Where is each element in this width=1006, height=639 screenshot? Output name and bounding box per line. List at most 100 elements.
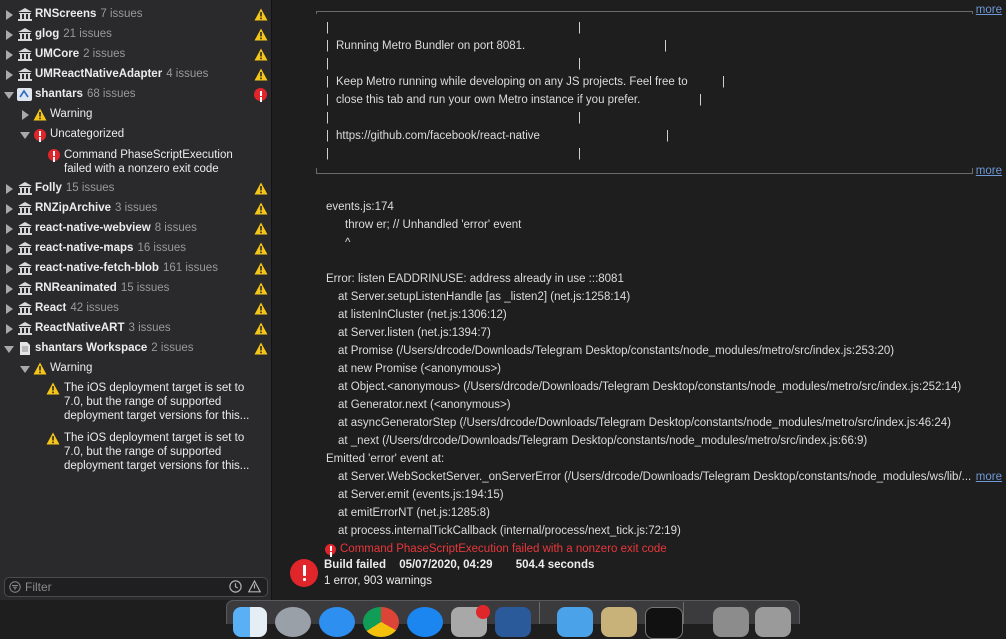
build-log: more more | | | Running Metro Bundler on… xyxy=(272,0,1006,600)
log-line: at Server.emit (events.js:194:15) xyxy=(338,489,504,501)
disclosure-triangle-icon[interactable] xyxy=(6,324,13,334)
downloads-icon[interactable] xyxy=(713,607,749,637)
disclosure-triangle-icon[interactable] xyxy=(6,70,13,80)
terminal-icon[interactable] xyxy=(645,607,683,639)
navigator-row-umreactnativeadapter[interactable]: UMReactNativeAdapter 4 issues xyxy=(0,65,271,85)
library-icon xyxy=(18,182,32,195)
navigator-row-rnscreens[interactable]: RNScreens 7 issues xyxy=(0,5,271,25)
box-edge: | xyxy=(326,130,329,142)
group-label: Warning xyxy=(50,362,93,374)
metro-link-text: https://github.com/facebook/react-native xyxy=(336,130,540,142)
warning-icon xyxy=(254,262,268,275)
box-edge: | xyxy=(664,40,667,52)
disclosure-triangle-icon[interactable] xyxy=(6,264,13,274)
disclosure-triangle-icon[interactable] xyxy=(20,132,30,139)
error-icon xyxy=(325,544,336,555)
navigator-row-shantars-workspace[interactable]: shantars Workspace 2 issues xyxy=(0,339,271,359)
issue-text-line: 7.0, but the range of supported xyxy=(64,446,222,458)
disclosure-triangle-icon[interactable] xyxy=(6,204,13,214)
warning-icon xyxy=(46,382,60,395)
navigator-row-react[interactable]: React 42 issues xyxy=(0,299,271,319)
warning-icon xyxy=(254,48,268,61)
box-edge: | xyxy=(722,76,725,88)
clock-icon[interactable] xyxy=(229,580,242,593)
warning-icon xyxy=(254,242,268,255)
disclosure-triangle-icon[interactable] xyxy=(6,304,13,314)
disclosure-triangle-icon[interactable] xyxy=(6,10,13,20)
disclosure-triangle-icon[interactable] xyxy=(20,366,30,373)
app-store-icon[interactable] xyxy=(407,607,443,637)
chrome-icon[interactable] xyxy=(363,607,399,637)
navigator-row-rnziparchive[interactable]: RNZipArchive 3 issues xyxy=(0,199,271,219)
log-line: at listenInCluster (net.js:1306:12) xyxy=(338,309,507,321)
navigator-row-react-native-webview[interactable]: react-native-webview 8 issues xyxy=(0,219,271,239)
metro-text: Running Metro Bundler on port 8081. xyxy=(336,40,526,52)
navigator-row-react-native-fetch-blob[interactable]: react-native-fetch-blob 161 issues xyxy=(0,259,271,279)
disclosure-triangle-icon[interactable] xyxy=(22,110,29,120)
disclosure-triangle-icon[interactable] xyxy=(6,50,13,60)
navigator-row-reactnativeart[interactable]: ReactNativeART 3 issues xyxy=(0,319,271,339)
navigator-group-uncategorized[interactable]: Uncategorized xyxy=(0,125,271,145)
warning-icon xyxy=(254,68,268,81)
navigator-group-warning[interactable]: Warning xyxy=(0,105,271,125)
navigator-group-warning[interactable]: Warning xyxy=(0,359,271,379)
navigator-row-shantars[interactable]: shantars 68 issues xyxy=(0,85,271,105)
log-line: at new Promise (<anonymous>) xyxy=(338,363,501,375)
library-icon xyxy=(18,242,32,255)
target-name: RNScreens 7 issues xyxy=(35,8,143,20)
log-line: at Server.setupListenHandle [as _listen2… xyxy=(338,291,631,303)
library-icon xyxy=(18,322,32,335)
box-edge: | xyxy=(326,58,329,70)
log-line: at Server.WebSocketServer._onServerError… xyxy=(338,471,972,483)
log-line: at asyncGeneratorStep (/Users/drcode/Dow… xyxy=(338,417,951,429)
trash-icon[interactable] xyxy=(755,607,791,637)
disclosure-triangle-icon[interactable] xyxy=(6,30,13,40)
filter-field[interactable]: Filter xyxy=(4,577,268,597)
disclosure-triangle-icon[interactable] xyxy=(6,284,13,294)
issue-text-line: deployment target versions for this... xyxy=(64,460,250,472)
target-name: react-native-maps 16 issues xyxy=(35,242,187,254)
target-name: RNReanimated 15 issues xyxy=(35,282,170,294)
disclosure-triangle-icon[interactable] xyxy=(6,184,13,194)
warning-icon xyxy=(46,432,60,445)
xcode-icon[interactable] xyxy=(557,607,593,637)
disclosure-triangle-icon[interactable] xyxy=(6,224,13,234)
navigator-row-umcore[interactable]: UMCore 2 issues xyxy=(0,45,271,65)
box-edge: | xyxy=(326,112,329,124)
target-name: ReactNativeART 3 issues xyxy=(35,322,171,334)
target-name: Folly 15 issues xyxy=(35,182,115,194)
navigator-row-rnreanimated[interactable]: RNReanimated 15 issues xyxy=(0,279,271,299)
launchpad-icon[interactable] xyxy=(275,607,311,637)
warning-icon xyxy=(254,222,268,235)
issue-item-error[interactable]: Command PhaseScriptExecution failed with… xyxy=(0,147,271,177)
vscode-icon[interactable] xyxy=(495,607,531,637)
warning-icon xyxy=(254,322,268,335)
dock xyxy=(226,600,800,639)
filter-icon xyxy=(9,581,21,593)
navigator-row-react-native-maps[interactable]: react-native-maps 16 issues xyxy=(0,239,271,259)
disclosure-triangle-icon[interactable] xyxy=(4,346,14,353)
log-line: at process.internalTickCallback (interna… xyxy=(338,525,681,537)
warning-icon xyxy=(254,302,268,315)
preview-icon[interactable] xyxy=(601,607,637,637)
log-line: throw er; // Unhandled 'error' event xyxy=(345,219,522,231)
more-link[interactable]: more xyxy=(976,4,1002,16)
group-label: Warning xyxy=(50,108,93,120)
build-summary: 1 error, 903 warnings xyxy=(324,575,433,587)
warning-filter-icon[interactable] xyxy=(248,580,261,593)
disclosure-triangle-icon[interactable] xyxy=(6,244,13,254)
issue-item-warning[interactable]: The iOS deployment target is set to 7.0,… xyxy=(0,380,271,424)
navigator-row-glog[interactable]: glog 21 issues xyxy=(0,25,271,45)
more-link[interactable]: more xyxy=(976,165,1002,177)
issue-item-warning[interactable]: The iOS deployment target is set to 7.0,… xyxy=(0,430,271,474)
finder-icon[interactable] xyxy=(233,607,267,637)
more-link[interactable]: more xyxy=(976,471,1002,483)
library-icon xyxy=(18,302,32,315)
safari-icon[interactable] xyxy=(319,607,355,637)
notification-badge xyxy=(476,605,490,619)
navigator-row-folly[interactable]: Folly 15 issues xyxy=(0,179,271,199)
error-icon xyxy=(34,129,46,141)
disclosure-triangle-icon[interactable] xyxy=(4,92,14,99)
log-line: Emitted 'error' event at: xyxy=(326,453,445,465)
box-border-bottom xyxy=(316,173,972,174)
